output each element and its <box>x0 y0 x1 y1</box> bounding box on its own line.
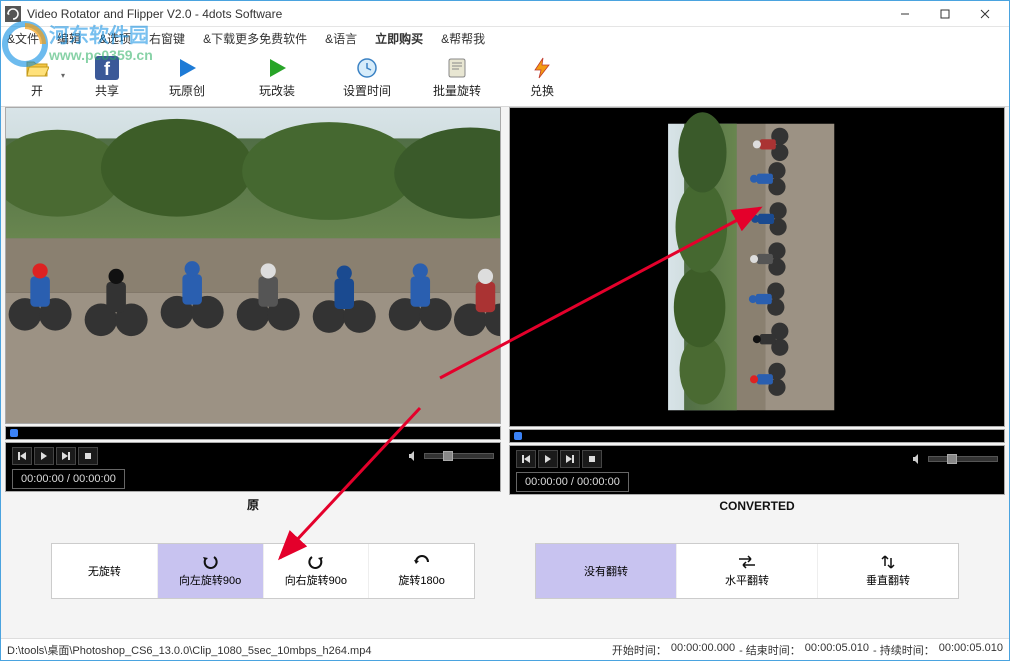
menu-buy[interactable]: 立即购买 <box>373 28 425 49</box>
skip-back-button[interactable] <box>516 450 536 468</box>
play-button[interactable] <box>538 450 558 468</box>
seek-thumb[interactable] <box>10 429 18 437</box>
rotate-right90-option[interactable]: 向右旋转90o <box>264 544 370 598</box>
close-button[interactable] <box>965 2 1005 26</box>
open-label: 开 <box>31 82 43 99</box>
rotate-none-label: 无旋转 <box>88 563 121 579</box>
converted-seek-bar[interactable] <box>509 429 1005 443</box>
rotate-left90-option[interactable]: 向左旋转90o <box>158 544 264 598</box>
statusbar: D:\tools\桌面\Photoshop_CS6_13.0.0\Clip_10… <box>1 638 1009 660</box>
flip-option-group: 没有翻转 水平翻转 垂直翻转 <box>535 543 959 599</box>
flip-vertical-icon <box>878 554 898 570</box>
facebook-icon: f <box>95 56 119 80</box>
volume-thumb[interactable] <box>443 451 453 461</box>
volume-icon <box>408 450 420 462</box>
converted-player-controls: 00:00:00 / 00:00:00 <box>509 445 1005 495</box>
converted-label: CONVERTED <box>509 495 1005 517</box>
rotate-right-icon <box>306 554 326 570</box>
menu-help[interactable]: &帮帮我 <box>439 28 487 49</box>
menu-language[interactable]: &语言 <box>323 28 359 49</box>
volume-thumb[interactable] <box>947 454 957 464</box>
flip-vertical-option[interactable]: 垂直翻转 <box>818 544 958 598</box>
set-time-label: 设置时间 <box>343 82 391 99</box>
flip-horizontal-label: 水平翻转 <box>725 572 769 588</box>
play-green-icon <box>265 56 289 80</box>
menu-edit[interactable]: 编辑 <box>55 28 83 49</box>
dropdown-icon: ▾ <box>61 71 65 80</box>
flip-none-label: 没有翻转 <box>584 563 628 579</box>
set-time-button[interactable]: 设置时间 <box>327 51 407 105</box>
stop-button[interactable] <box>78 447 98 465</box>
volume-slider[interactable] <box>928 456 998 462</box>
open-button[interactable]: 开 ▾ <box>7 51 67 105</box>
status-start-label: 开始时间： <box>612 642 667 658</box>
rotate-option-group: 无旋转 向左旋转90o 向右旋转90o 旋转180o <box>51 543 475 599</box>
play-converted-button[interactable]: 玩改装 <box>237 51 317 105</box>
flip-vertical-label: 垂直翻转 <box>866 572 910 588</box>
convert-button[interactable]: 兑换 <box>507 51 577 105</box>
rotate-none-option[interactable]: 无旋转 <box>52 544 158 598</box>
maximize-button[interactable] <box>925 2 965 26</box>
clock-icon <box>355 56 379 80</box>
rotate-180-icon <box>412 554 432 570</box>
rotate-180-label: 旋转180o <box>398 572 444 588</box>
play-button[interactable] <box>34 447 54 465</box>
skip-forward-button[interactable] <box>560 450 580 468</box>
menu-download[interactable]: &下载更多免费软件 <box>201 28 309 49</box>
original-time-display: 00:00:00 / 00:00:00 <box>12 469 125 489</box>
original-preview <box>5 107 501 424</box>
stop-button[interactable] <box>582 450 602 468</box>
lightning-icon <box>530 56 554 80</box>
volume-slider[interactable] <box>424 453 494 459</box>
script-icon <box>445 56 469 80</box>
window-title: Video Rotator and Flipper V2.0 - 4dots S… <box>27 7 885 21</box>
status-duration-label: - 持续时间： <box>873 642 935 658</box>
toolbar: 开 ▾ f 共享 玩原创 玩改装 设置时间 批量旋转 兑换 <box>1 49 1009 107</box>
minimize-button[interactable] <box>885 2 925 26</box>
flip-horizontal-option[interactable]: 水平翻转 <box>677 544 818 598</box>
flip-horizontal-icon <box>737 554 757 570</box>
original-label: 原 <box>5 492 501 517</box>
original-seek-bar[interactable] <box>5 426 501 440</box>
original-player-controls: 00:00:00 / 00:00:00 <box>5 442 501 492</box>
batch-rotate-label: 批量旋转 <box>433 82 481 99</box>
flip-none-option[interactable]: 没有翻转 <box>536 544 677 598</box>
converted-preview <box>509 107 1005 427</box>
rotate-left90-label: 向左旋转90o <box>179 572 241 588</box>
rotate-left-icon <box>200 554 220 570</box>
volume-icon <box>912 453 924 465</box>
menu-options[interactable]: &选项 <box>97 28 133 49</box>
play-converted-label: 玩改装 <box>259 82 295 99</box>
svg-text:f: f <box>104 59 111 79</box>
content-area: 00:00:00 / 00:00:00 原 <box>1 107 1009 638</box>
seek-thumb[interactable] <box>514 432 522 440</box>
share-label: 共享 <box>95 82 119 99</box>
rotate-right90-label: 向右旋转90o <box>285 572 347 588</box>
skip-forward-button[interactable] <box>56 447 76 465</box>
play-original-label: 玩原创 <box>169 82 205 99</box>
menu-file[interactable]: &文件 <box>5 28 41 49</box>
menubar: &文件 编辑 &选项 右窗键 &下载更多免费软件 &语言 立即购买 &帮帮我 <box>1 27 1009 49</box>
menu-rightclick[interactable]: 右窗键 <box>147 28 187 49</box>
play-blue-icon <box>175 56 199 80</box>
play-original-button[interactable]: 玩原创 <box>147 51 227 105</box>
converted-time-display: 00:00:00 / 00:00:00 <box>516 472 629 492</box>
titlebar: Video Rotator and Flipper V2.0 - 4dots S… <box>1 1 1009 27</box>
status-duration-value: 00:00:05.010 <box>939 642 1003 658</box>
convert-label: 兑换 <box>530 82 554 99</box>
rotate-180-option[interactable]: 旋转180o <box>369 544 474 598</box>
status-path: D:\tools\桌面\Photoshop_CS6_13.0.0\Clip_10… <box>7 642 371 658</box>
share-button[interactable]: f 共享 <box>77 51 137 105</box>
batch-rotate-button[interactable]: 批量旋转 <box>417 51 497 105</box>
status-end-value: 00:00:05.010 <box>805 642 869 658</box>
skip-back-button[interactable] <box>12 447 32 465</box>
folder-open-icon <box>25 56 49 80</box>
status-start-value: 00:00:00.000 <box>671 642 735 658</box>
status-end-label: - 结束时间： <box>739 642 801 658</box>
app-icon <box>5 6 21 22</box>
